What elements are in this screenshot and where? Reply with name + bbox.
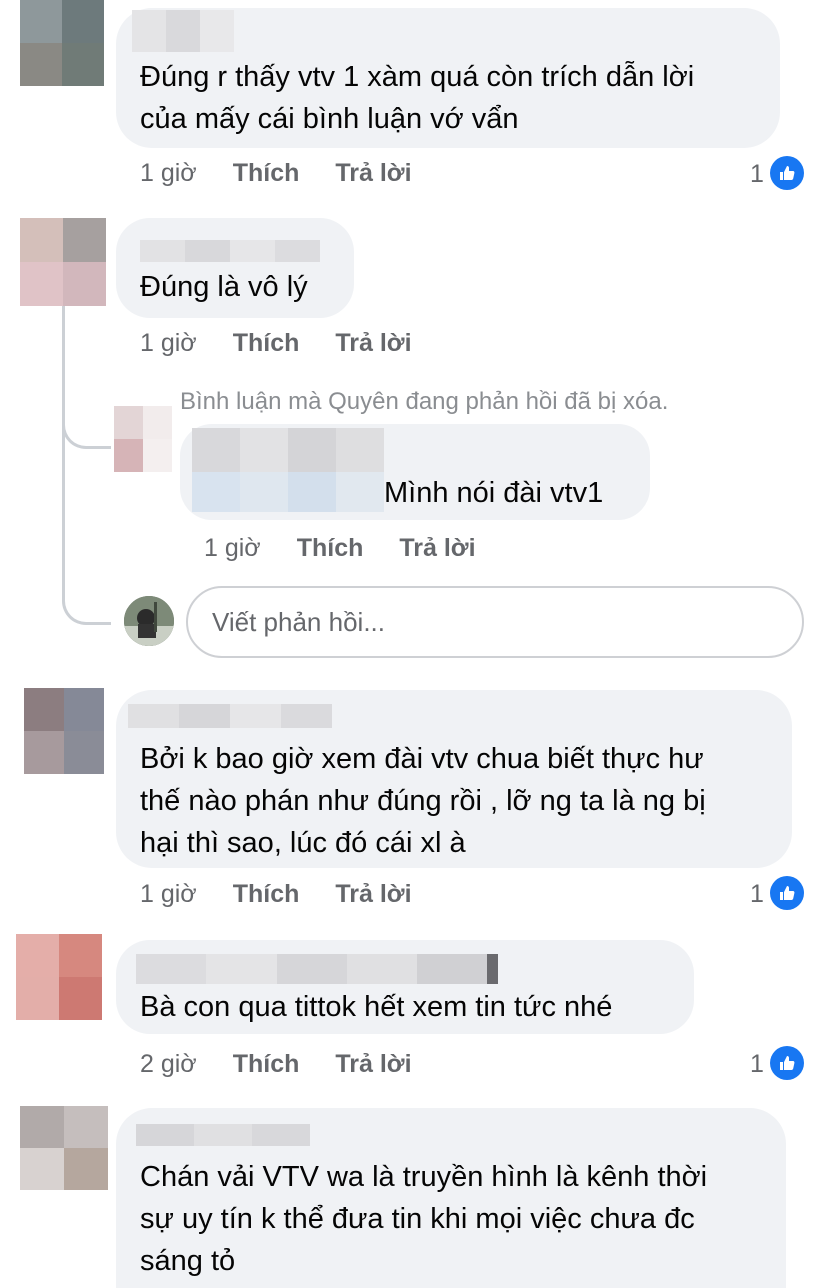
- comment-text: Đúng r thấy vtv 1 xàm quá còn trích dẫn …: [140, 61, 695, 135]
- like-button[interactable]: Thích: [297, 534, 364, 563]
- replier-name-blurred[interactable]: [192, 428, 384, 472]
- reply-button[interactable]: Trả lời: [335, 329, 411, 358]
- comment-time[interactable]: 1 giờ: [140, 329, 197, 358]
- like-button[interactable]: Thích: [233, 159, 300, 188]
- thread-branch: [62, 576, 111, 625]
- reaction-count[interactable]: 1: [750, 880, 764, 909]
- commenter-avatar[interactable]: [24, 688, 104, 774]
- reply-button[interactable]: Trả lời: [335, 159, 411, 188]
- reply-text: Mình nói đài vtv1: [384, 477, 604, 509]
- thumbs-up-icon[interactable]: [770, 876, 804, 910]
- comment-text: Bởi k bao giờ xem đài vtv chua biết thực…: [140, 743, 706, 859]
- reply-button[interactable]: Trả lời: [335, 880, 411, 909]
- reply-input[interactable]: Viết phản hồi...: [186, 586, 804, 658]
- thread-line: [62, 306, 65, 596]
- commenter-name-blurred[interactable]: [140, 240, 320, 262]
- commenter-avatar[interactable]: [16, 934, 102, 1020]
- reply-input-placeholder: Viết phản hồi...: [212, 606, 385, 637]
- comment-actions: 1 giờ Thích Trả lời: [140, 323, 412, 363]
- reply-button[interactable]: Trả lời: [399, 534, 475, 563]
- commenter-name-blurred[interactable]: [132, 10, 234, 52]
- deleted-comment-notice: Bình luận mà Quyên đang phản hồi đã bị x…: [180, 388, 669, 415]
- comment-time[interactable]: 2 giờ: [140, 1050, 197, 1079]
- replier-name-blurred: [192, 472, 384, 512]
- reply-time[interactable]: 1 giờ: [204, 534, 261, 563]
- current-user-avatar[interactable]: [124, 596, 174, 646]
- reply-actions: 1 giờ Thích Trả lời: [204, 528, 476, 568]
- reply-button[interactable]: Trả lời: [335, 1050, 411, 1079]
- comment-text: Đúng là vô lý: [140, 271, 308, 303]
- like-button[interactable]: Thích: [233, 1050, 300, 1079]
- comment-actions: 1 giờ Thích Trả lời: [140, 874, 412, 914]
- commenter-avatar[interactable]: [20, 0, 104, 86]
- comment-text: Bà con qua tittok hết xem tin tức nhé: [140, 991, 613, 1023]
- thumbs-up-icon[interactable]: [770, 156, 804, 190]
- commenter-name-blurred[interactable]: [136, 954, 499, 984]
- reaction-count[interactable]: 1: [750, 1050, 764, 1079]
- thread-branch: [62, 400, 111, 449]
- comment-actions: 2 giờ Thích Trả lời: [140, 1044, 412, 1084]
- commenter-name-blurred[interactable]: [136, 1124, 310, 1146]
- comment-time[interactable]: 1 giờ: [140, 159, 197, 188]
- thumbs-up-icon[interactable]: [770, 1046, 804, 1080]
- like-button[interactable]: Thích: [233, 329, 300, 358]
- like-button[interactable]: Thích: [233, 880, 300, 909]
- comment-time[interactable]: 1 giờ: [140, 880, 197, 909]
- reaction-count[interactable]: 1: [750, 160, 764, 189]
- comment-actions: 1 giờ Thích Trả lời: [140, 153, 412, 193]
- commenter-avatar[interactable]: [20, 218, 106, 306]
- comment-text: Chán vải VTV wa là truyền hình là kênh t…: [140, 1161, 708, 1277]
- commenter-name-blurred[interactable]: [128, 704, 332, 728]
- replier-avatar[interactable]: [114, 406, 172, 472]
- commenter-avatar[interactable]: [20, 1106, 108, 1190]
